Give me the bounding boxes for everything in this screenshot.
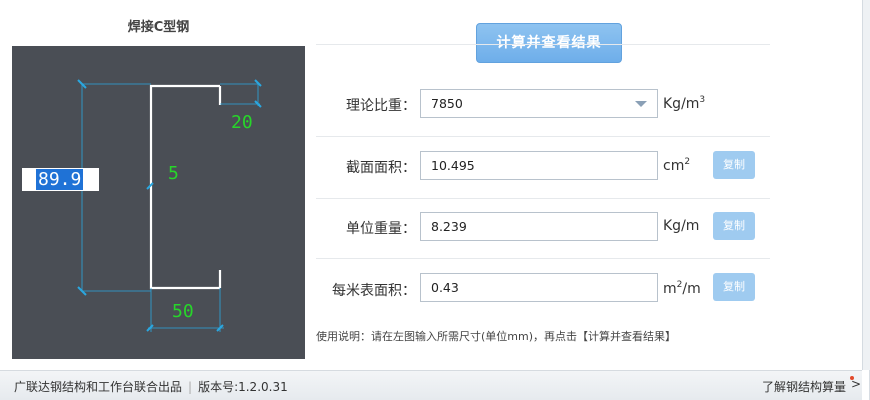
drawing-svg: 20 5 50	[77, 79, 262, 332]
surface-label: 每米表面积：	[332, 283, 416, 299]
copy-area-button[interactable]: 复制	[713, 151, 755, 179]
flange-dim-text: 20	[231, 112, 253, 133]
thickness-dim-text: 5	[168, 163, 179, 184]
surface-unit: m2/m	[663, 280, 701, 297]
section-title: 焊接C型钢	[127, 20, 190, 35]
weight-unit: Kg/m	[663, 218, 700, 234]
version-text: 版本号:1.2.0.31	[198, 380, 288, 394]
credit-text: 广联达钢结构和工作台联合出品	[14, 380, 183, 394]
area-label: 截面面积：	[346, 160, 416, 176]
weight-label: 单位重量：	[346, 221, 416, 237]
surface-value: 0.43	[431, 280, 459, 295]
surface-field[interactable]: 0.43	[420, 273, 658, 302]
footer-bar: 广联达钢结构和工作台联合出品 | 版本号:1.2.0.31 了解钢结构算量 >	[0, 370, 862, 400]
width-dim-text: 50	[172, 301, 194, 322]
weight-field[interactable]: 8.239	[420, 212, 658, 241]
calculator-window: 焊接C型钢 20 5 50 89.9 计算并查看结果 理论比重： 7850 Kg…	[0, 0, 870, 400]
learn-more-link[interactable]: 了解钢结构算量	[762, 378, 846, 395]
weight-value: 8.239	[431, 219, 467, 234]
divider	[316, 198, 770, 199]
divider	[316, 136, 770, 137]
footer-separator: |	[188, 380, 193, 394]
height-input-value: 89.9	[36, 169, 84, 190]
section-outline	[149, 84, 220, 290]
density-value: 7850	[431, 96, 463, 111]
scrollbar-track	[862, 0, 870, 370]
area-unit: cm2	[663, 157, 691, 174]
area-field[interactable]: 10.495	[420, 151, 658, 180]
height-input[interactable]: 89.9	[22, 168, 99, 191]
copy-weight-button[interactable]: 复制	[713, 212, 755, 240]
density-unit: Kg/m3	[663, 95, 706, 112]
divider	[316, 44, 770, 45]
chevron-down-icon[interactable]	[635, 101, 647, 107]
c-section-drawing: 20 5 50	[12, 46, 305, 359]
usage-instructions: 使用说明：请在左图输入所需尺寸(单位mm)，再点击【计算并查看结果】	[316, 330, 677, 343]
chevron-right-icon[interactable]: >	[851, 377, 861, 391]
divider	[316, 258, 770, 259]
copy-surface-button[interactable]: 复制	[713, 273, 755, 301]
density-select[interactable]: 7850	[420, 89, 658, 118]
area-value: 10.495	[431, 158, 475, 173]
density-label: 理论比重：	[346, 98, 416, 114]
footer-credits: 广联达钢结构和工作台联合出品 | 版本号:1.2.0.31	[14, 378, 288, 395]
calculate-button[interactable]: 计算并查看结果	[476, 23, 622, 63]
